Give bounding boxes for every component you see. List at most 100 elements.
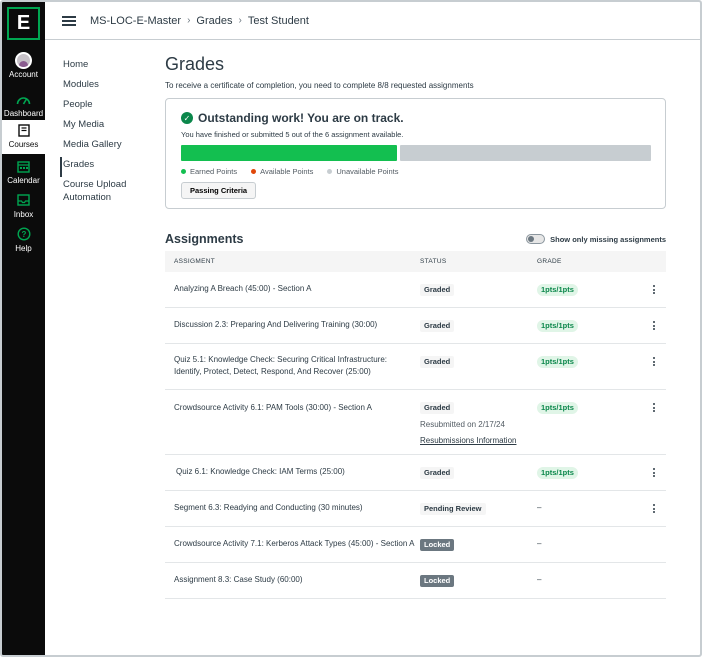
inbox-icon <box>17 194 30 206</box>
row-menu-icon[interactable] <box>649 285 659 294</box>
legend-label: Earned Points <box>190 167 238 176</box>
global-nav-account[interactable]: Account <box>2 50 45 84</box>
missing-only-toggle[interactable]: Show only missing assignments <box>526 234 666 244</box>
grade-pill: 1pts/1pts <box>537 402 578 414</box>
svg-text:?: ? <box>21 230 26 239</box>
progress-unavailable <box>400 145 651 161</box>
global-nav: E Account Dashboard Courses Calendar Inb… <box>2 2 45 655</box>
book-icon <box>17 123 30 137</box>
assignment-name[interactable]: Quiz 5.1: Knowledge Check: Securing Crit… <box>174 354 414 378</box>
row-menu-icon[interactable] <box>649 468 659 477</box>
global-nav-label: Calendar <box>7 176 40 185</box>
resubmitted-date: Resubmitted on 2/17/24 <box>420 420 505 429</box>
assignments-header: Assignments Show only missing assignment… <box>165 232 666 246</box>
page-title: Grades <box>165 54 225 74</box>
table-row: Quiz 5.1: Knowledge Check: Securing Crit… <box>165 344 666 390</box>
global-nav-inbox[interactable]: Inbox <box>2 190 45 224</box>
row-menu-icon[interactable] <box>649 357 659 366</box>
global-nav-courses[interactable]: Courses <box>2 120 45 154</box>
assignments-table: ASSIGMENT STATUS GRADE Analyzing A Breac… <box>165 251 666 599</box>
toggle-label: Show only missing assignments <box>550 234 666 244</box>
assignment-name[interactable]: Discussion 2.3: Preparing And Delivering… <box>174 319 414 331</box>
status-badge: Graded <box>420 356 455 368</box>
status-badge: Pending Review <box>420 503 486 515</box>
main-content: Grades To receive a certificate of compl… <box>165 54 666 599</box>
breadcrumb-course[interactable]: MS-LOC-E-Master <box>90 15 181 27</box>
page-subtitle: To receive a certificate of completion, … <box>165 81 474 90</box>
table-row: Crowdsource Activity 6.1: PAM Tools (30:… <box>165 390 666 455</box>
table-row: Segment 6.3: Readying and Conducting (30… <box>165 491 666 527</box>
global-nav-dashboard[interactable]: Dashboard <box>2 89 45 123</box>
global-nav-calendar[interactable]: Calendar <box>2 156 45 190</box>
course-nav-my-media[interactable]: My Media <box>60 117 160 137</box>
row-menu-icon[interactable] <box>649 504 659 513</box>
progress-bar <box>181 145 651 161</box>
course-nav-media-gallery[interactable]: Media Gallery <box>60 137 160 157</box>
grade-empty: – <box>537 503 542 512</box>
assignment-name[interactable]: Analyzing A Breach (45:00) - Section A <box>174 283 414 295</box>
assignment-name: Assignment 8.3: Case Study (60:00) <box>174 575 303 584</box>
status-badge: Graded <box>420 402 455 414</box>
status-card: ✓ Outstanding work! You are on track. Yo… <box>165 98 666 209</box>
global-nav-label: Account <box>9 70 38 79</box>
assignment-name: Crowdsource Activity 7.1: Kerberos Attac… <box>174 539 415 548</box>
row-menu-icon[interactable] <box>649 321 659 330</box>
breadcrumb-grades[interactable]: Grades <box>196 15 232 27</box>
resubmissions-info-link[interactable]: Resubmissions Information <box>420 436 516 445</box>
status-badge: Graded <box>420 467 455 479</box>
legend-label: Available Points <box>260 167 314 176</box>
row-menu-icon[interactable] <box>649 403 659 412</box>
course-nav-upload-automation[interactable]: Course Upload Automation <box>60 177 160 207</box>
grade-empty: – <box>537 539 542 548</box>
app-frame: E Account Dashboard Courses Calendar Inb… <box>0 0 702 657</box>
column-header-assignment: ASSIGMENT <box>174 258 215 265</box>
breadcrumb-student: Test Student <box>247 14 309 27</box>
assignment-name[interactable]: Quiz 6.1: Knowledge Check: IAM Terms (25… <box>176 466 416 478</box>
legend-dot <box>327 169 333 174</box>
grade-pill: 1pts/1pts <box>537 320 578 332</box>
table-row: Crowdsource Activity 7.1: Kerberos Attac… <box>165 527 666 563</box>
logo-letter: E <box>16 12 31 34</box>
toggle-switch[interactable] <box>526 234 546 244</box>
column-header-grade: GRADE <box>537 258 562 265</box>
dashboard-gauge-icon <box>16 96 31 104</box>
chevron-right-icon: › <box>238 15 242 26</box>
course-nav-modules[interactable]: Modules <box>60 77 160 97</box>
status-badge: Graded <box>420 320 455 332</box>
global-nav-label: Dashboard <box>3 109 44 118</box>
legend-dot <box>181 169 186 174</box>
legend-item: Unavailable Points <box>327 167 398 176</box>
column-header-status: STATUS <box>420 258 447 265</box>
course-nav: Home Modules People My Media Media Galle… <box>60 57 160 207</box>
hamburger-menu-icon[interactable] <box>62 15 76 26</box>
grade-pill: 1pts/1pts <box>537 467 578 479</box>
course-nav-people[interactable]: People <box>60 97 160 117</box>
global-nav-help[interactable]: ? Help <box>2 224 45 258</box>
status-badge: Locked <box>420 539 455 551</box>
grade-empty: – <box>537 575 542 584</box>
grade-pill: 1pts/1pts <box>537 356 578 368</box>
course-nav-home[interactable]: Home <box>60 57 160 77</box>
global-nav-label: Inbox <box>13 210 34 219</box>
assignment-name[interactable]: Crowdsource Activity 6.1: PAM Tools (30:… <box>174 402 414 414</box>
grade-pill: 1pts/1pts <box>537 284 578 296</box>
account-avatar <box>15 51 32 69</box>
breadcrumb: MS-LOC-E-Master › Grades › Test Student <box>90 15 309 27</box>
table-row: Analyzing A Breach (45:00) - Section A G… <box>165 272 666 308</box>
legend-item: Earned Points <box>181 167 237 176</box>
progress-legend: Earned Points Available Points Unavailab… <box>181 167 398 176</box>
passing-criteria-button[interactable]: Passing Criteria <box>181 182 257 199</box>
logo[interactable]: E <box>7 7 40 40</box>
legend-label: Unavailable Points <box>336 167 399 176</box>
global-nav-label: Help <box>15 244 32 253</box>
assignment-name[interactable]: Segment 6.3: Readying and Conducting (30… <box>174 502 414 514</box>
table-row: Quiz 6.1: Knowledge Check: IAM Terms (25… <box>165 455 666 491</box>
check-circle-icon: ✓ <box>181 112 193 124</box>
status-message: You have finished or submitted 5 out of … <box>181 130 404 139</box>
calendar-icon <box>17 160 30 173</box>
course-nav-grades[interactable]: Grades <box>60 157 160 177</box>
chevron-right-icon: › <box>187 15 191 26</box>
status-badge: Locked <box>420 575 455 587</box>
help-icon: ? <box>16 227 31 241</box>
legend-dot <box>251 169 257 174</box>
